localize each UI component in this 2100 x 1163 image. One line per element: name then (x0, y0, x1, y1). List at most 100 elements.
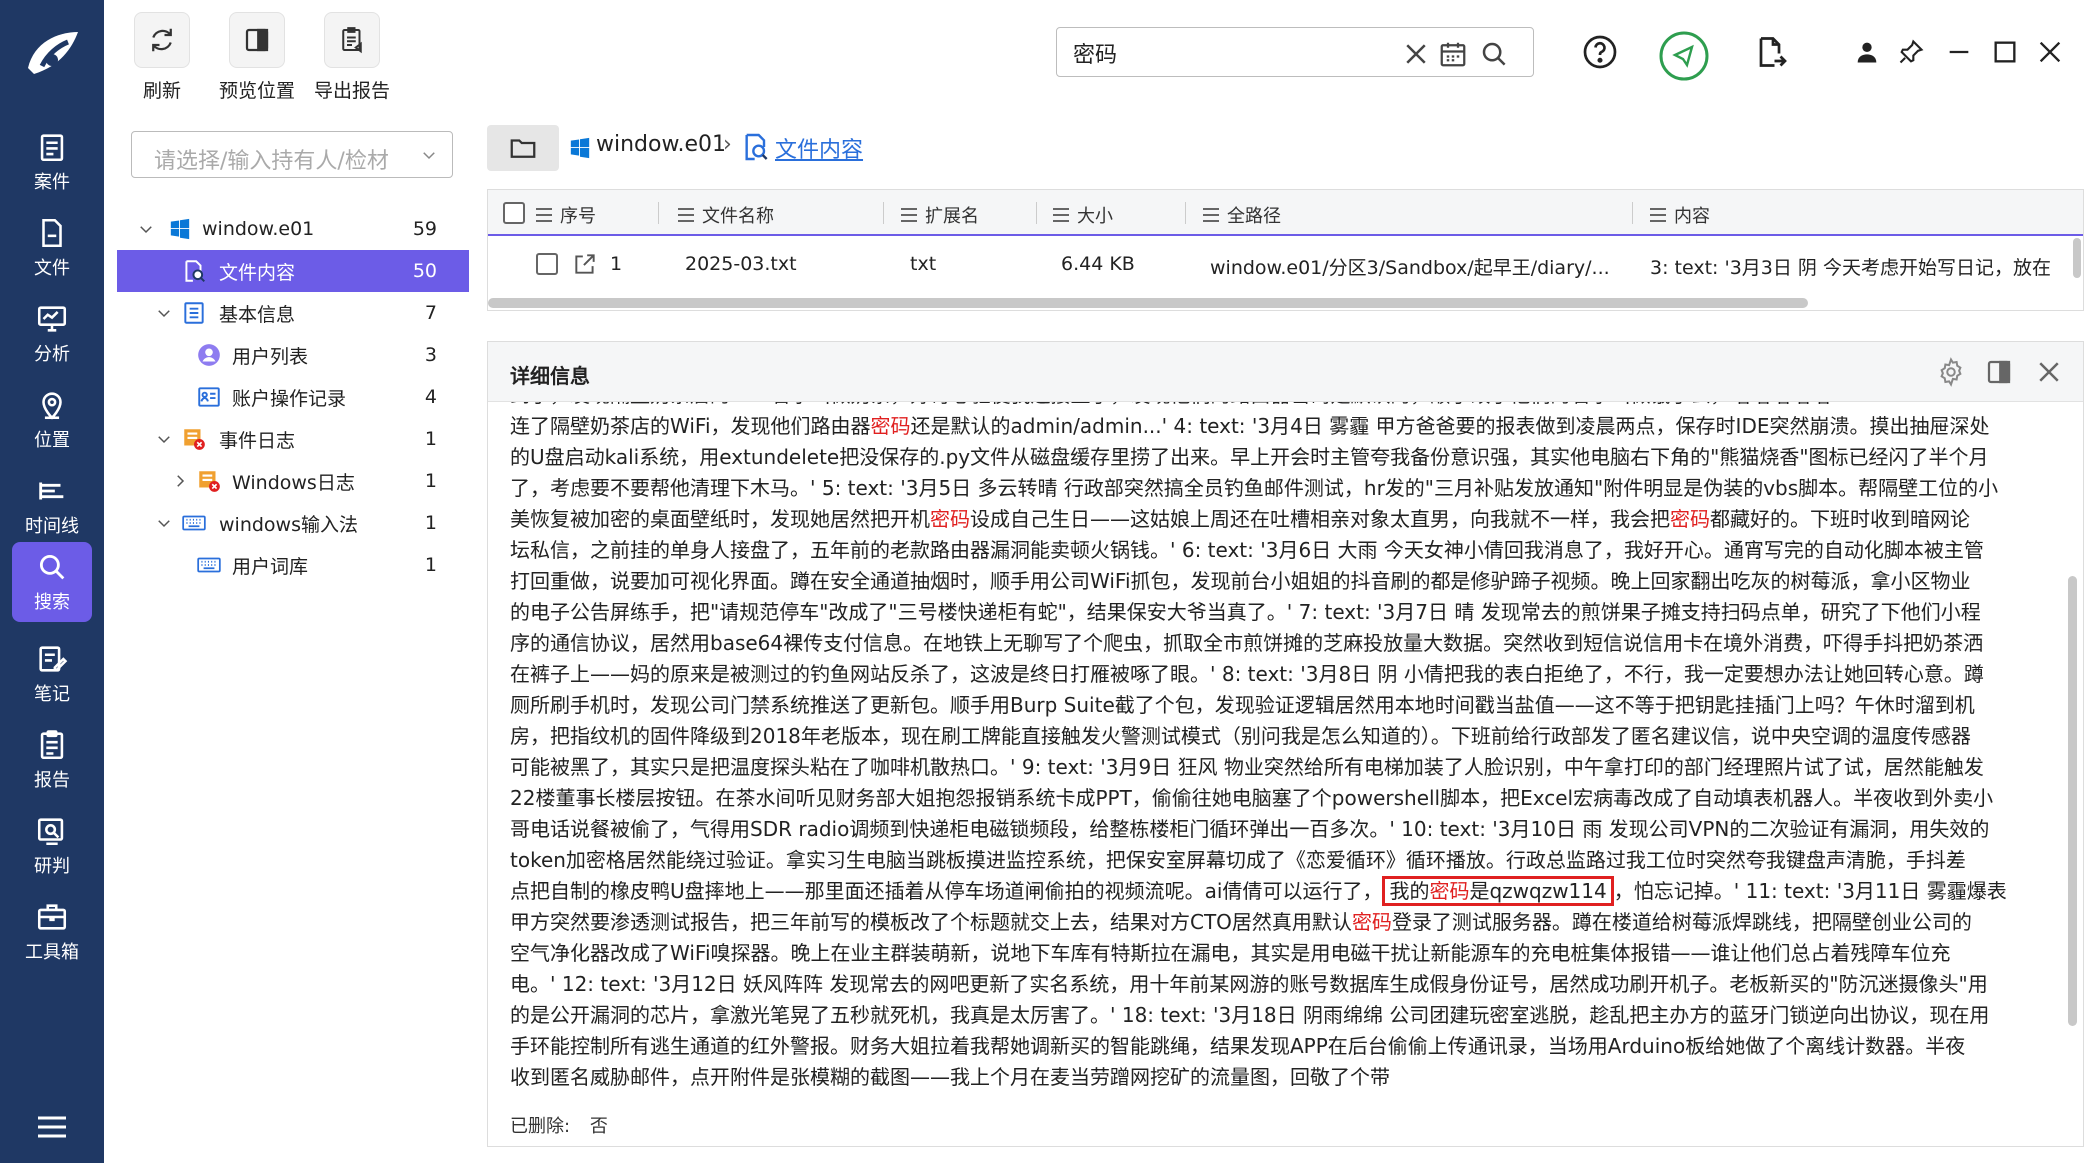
tree-item-window-e01[interactable]: window.e01 59 (117, 208, 469, 250)
detail-title: 详细信息 (510, 364, 590, 388)
cell-content: 3: text: '3月3日 阴 今天考虑开始写日记，放在 (1650, 257, 2051, 279)
nav-label-case: 案件 (34, 172, 70, 193)
horizontal-scrollbar[interactable] (488, 298, 1808, 308)
tree-item-file-content[interactable]: 文件内容 50 (117, 250, 469, 292)
open-external-icon[interactable] (572, 251, 598, 277)
close-icon[interactable] (2034, 357, 2064, 387)
nav-label-file: 文件 (34, 258, 70, 279)
tree-count: 1 (424, 470, 437, 492)
detail-line: 收到匿名威胁邮件，点开附件是张模糊的截图——我上个月在麦当劳蹭网挖矿的流量图，回… (510, 1065, 1390, 1088)
cell-filename: 2025-03.txt (685, 253, 797, 275)
tree-item-windows-log[interactable]: Windows日志 1 (117, 460, 469, 502)
breadcrumb-separator: › (723, 132, 732, 157)
search-icon (39, 554, 65, 580)
clear-icon[interactable] (1401, 39, 1431, 69)
column-header-filename[interactable]: 文件名称 (678, 202, 774, 228)
search-input[interactable] (1073, 36, 1373, 70)
deleted-label: 已删除: (510, 1116, 571, 1137)
chevron-down-icon[interactable] (137, 220, 155, 238)
refresh-icon (152, 28, 172, 52)
tree-item-user-list[interactable]: 用户列表 3 (117, 334, 469, 376)
file-search-icon (185, 260, 205, 282)
nav-item-case[interactable]: 案件 (12, 122, 92, 202)
column-header-full-path[interactable]: 全路径 (1203, 202, 1281, 228)
breadcrumb-current[interactable]: 文件内容 (775, 132, 863, 164)
row-checkbox[interactable] (536, 253, 558, 275)
nav-item-notes[interactable]: 笔记 (12, 634, 92, 714)
detail-content: 到了，发现隔壁奶茶店的WiFi名字叫做奶茶，好奇心驱使我连接上了，发现他们的路由… (510, 402, 2058, 1088)
nav-item-report[interactable]: 报告 (12, 720, 92, 800)
export-file-icon[interactable] (1752, 34, 1788, 70)
vertical-scrollbar[interactable] (2073, 238, 2081, 278)
tree-count: 3 (424, 344, 437, 366)
column-menu-icon (1650, 208, 1666, 222)
detail-line: 22楼董事长楼层按钮。在茶水间听见财务部大姐抱怨报销系统卡成PPT，偷偷往她电脑… (510, 786, 1994, 810)
holder-select[interactable]: 请选择/输入持有人/检材 (131, 131, 453, 178)
detail-line: 美恢复被加密的桌面壁纸时，发现她居然把开机密码设成自己生日——这姑娘上周还在吐槽… (510, 507, 1970, 531)
monitor-chart-icon (37, 306, 67, 332)
tree-item-user-dictionary[interactable]: 用户词库 1 (117, 544, 469, 586)
minimize-icon[interactable] (1945, 38, 1973, 66)
tree-item-event-log[interactable]: 事件日志 1 (117, 418, 469, 460)
nav-item-timeline[interactable]: 时间线 (12, 466, 92, 546)
nav-item-analysis[interactable]: 分析 (12, 294, 92, 374)
detail-line: 哥电话说餐被偷了，气得用SDR radio调频到快递柜电磁锁频段，给整栋楼柜门循… (510, 817, 1990, 841)
vertical-scrollbar[interactable] (2068, 576, 2077, 1026)
user-icon[interactable] (1853, 38, 1881, 66)
nav-item-file[interactable]: 文件 (12, 208, 92, 288)
detail-line: token加密格居然能绕过验证。拿实习生电脑当跳板摸进监控系统，把保安室屏幕切成… (510, 848, 1966, 872)
table-row[interactable]: 1 2025-03.txt txt 6.44 KB window.e01/分区3… (488, 238, 2083, 290)
nav-item-location[interactable]: 位置 (12, 380, 92, 460)
select-all-checkbox[interactable] (503, 202, 525, 224)
event-log-icon (184, 429, 205, 450)
folder-button[interactable] (487, 125, 559, 171)
nav-item-search[interactable]: 搜索 (12, 542, 92, 622)
export-report-button[interactable]: 导出报告 (314, 12, 390, 103)
chevron-down-icon[interactable] (155, 304, 173, 322)
hamburger-menu-icon[interactable] (34, 1112, 70, 1142)
detail-line: 甲方突然要渗透测试报告，把三年前写的模板改了个标题就交上去，结果对方CTO居然真… (510, 910, 1972, 934)
cell-extension: txt (910, 253, 937, 275)
help-icon[interactable] (1582, 34, 1618, 70)
search-icon[interactable] (1479, 39, 1509, 69)
preview-position-button[interactable]: 预览位置 (219, 12, 295, 103)
chevron-down-icon[interactable] (155, 514, 173, 532)
detail-line: 在裤子上——妈的原来是被测过的钓鱼网站反杀了，这波是终日打雁被啄了眼。' 8: … (510, 662, 1984, 686)
detail-line: 可能被黑了，其实只是把温度探头粘在了咖啡机散热口。' 9: text: '3月9… (510, 755, 1984, 779)
tree-count: 7 (424, 302, 437, 324)
detail-line: 房，把指纹机的固件降级到2018年老版本，现在刷工牌能直接触发火警测试模式（别问… (510, 724, 1971, 748)
column-menu-icon (901, 208, 917, 222)
folder-icon (510, 139, 536, 158)
maximize-icon[interactable] (1991, 38, 2019, 66)
column-header-content[interactable]: 内容 (1650, 202, 1710, 228)
column-header-index[interactable]: 序号 (536, 202, 596, 228)
tree-item-windows-ime[interactable]: windows输入法 1 (117, 502, 469, 544)
pin-icon[interactable] (1897, 38, 1925, 66)
detail-line: 的电子公告屏练手，把"请规范停车"改成了"三号楼快递柜有蛇"，结果保安大爷当真了… (510, 600, 1981, 624)
deleted-status: 已删除: 否 (510, 1112, 608, 1138)
breadcrumb-root[interactable]: window.e01 (596, 132, 726, 157)
nav-item-judge[interactable]: 研判 (12, 806, 92, 886)
nav-label-report: 报告 (34, 770, 70, 791)
calendar-icon[interactable] (1438, 39, 1468, 69)
note-edit-icon (39, 646, 68, 672)
column-header-size[interactable]: 大小 (1053, 202, 1113, 228)
gear-icon[interactable] (1936, 357, 1966, 387)
cell-full-path: window.e01/分区3/Sandbox/起早王/diary/... (1210, 257, 1610, 279)
toolbox-icon (37, 904, 67, 930)
shield-status-icon[interactable] (1658, 30, 1710, 82)
chevron-right-icon[interactable] (171, 472, 189, 490)
close-icon[interactable] (2036, 38, 2064, 66)
nav-item-toolbox[interactable]: 工具箱 (12, 892, 92, 972)
refresh-button[interactable]: 刷新 (126, 12, 198, 103)
tree-item-basic-info[interactable]: 基本信息 7 (117, 292, 469, 334)
detail-text: 到了，发现隔壁奶茶店的WiFi名字叫做奶茶，好奇心驱使我连接上了，发现他们的路由… (510, 402, 2058, 1088)
column-header-extension[interactable]: 扩展名 (901, 202, 979, 228)
tree-item-account-ops[interactable]: 账户操作记录 4 (117, 376, 469, 418)
chevron-down-icon[interactable] (155, 430, 173, 448)
left-nav: 案件 文件 分析 位置 时间线 搜索 笔记 报告 研判 工具箱 (0, 0, 104, 1163)
keyword-highlight: 密码 (1429, 879, 1470, 903)
deleted-value: 否 (589, 1116, 608, 1137)
panel-right-icon[interactable] (1984, 357, 2014, 387)
file-search-icon (745, 133, 768, 161)
